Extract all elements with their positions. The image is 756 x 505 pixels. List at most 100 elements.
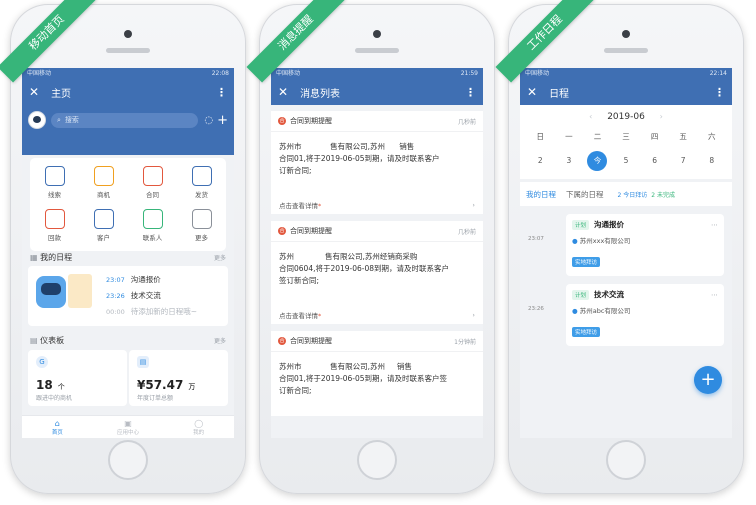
nav-bar: ✕ 日程 ⋮ — [520, 79, 732, 105]
tab-apps[interactable]: ▣ 应用中心 — [93, 416, 164, 438]
weekday-label: 日 — [536, 132, 545, 141]
shortcut-link[interactable]: 线索 — [30, 161, 79, 203]
message-card[interactable]: 合合同到期提醒 几秒前 苏州市 售有限公司,苏州 销售 合同01,将于2019-06-… — [271, 111, 483, 214]
phone-messages: 消息提醒 中国移动 21:59 ✕ 消息列表 ⋮ 合合同到期提醒 几秒前 苏州市 售… — [246, 0, 495, 494]
event-time: 23:26 — [528, 306, 544, 312]
schedule-card[interactable]: 23:07 沟通报价 23:26 技术交流 00:00 待添加新的日程哦~ — [28, 266, 228, 326]
shortcut-dollar[interactable]: 商机 — [79, 161, 128, 203]
home-button[interactable] — [606, 440, 646, 480]
shortcut-contact[interactable]: 联系人 — [128, 205, 177, 247]
person-icon — [93, 209, 114, 229]
contract-icon: 合 — [278, 337, 286, 345]
event-type-tag: 实地拜访 — [572, 327, 601, 337]
home-button[interactable] — [108, 440, 148, 480]
schedule-text: 技术交流 — [130, 291, 161, 300]
schedule-tabs: 我的日程 下属的日程 2 今日拜访 2 未完成 — [520, 182, 732, 206]
date-number: 6 — [652, 156, 657, 165]
status-carrier: 中国移动 — [27, 70, 52, 77]
schedule-item[interactable]: 23:07 沟通报价 — [106, 272, 224, 288]
camera — [622, 30, 630, 38]
speaker — [355, 48, 399, 53]
truck-icon — [191, 165, 212, 186]
shortcut-document[interactable]: 合同 — [128, 161, 177, 203]
stat-card-orders[interactable]: ▤ ¥57.47 万 年度订单总额 — [129, 350, 228, 406]
view-details-link[interactable]: 点击查看详情 — [279, 202, 318, 210]
more-icon[interactable]: ⋮ — [465, 86, 476, 99]
tab-subordinate-schedule[interactable]: 下属的日程 — [566, 189, 604, 200]
stat1-label: 跟进中的商机 — [36, 395, 73, 402]
message-icon[interactable]: ◌ — [204, 115, 213, 126]
close-icon[interactable]: ✕ — [527, 85, 537, 99]
event-title: 沟通报价 — [594, 220, 625, 229]
shortcut-grid[interactable]: 更多 — [177, 205, 226, 247]
more-icon[interactable]: ⋮ — [714, 86, 725, 99]
message-footer[interactable]: 点击查看详情* › — [271, 196, 483, 214]
event-more-icon[interactable]: ⋯ — [711, 291, 718, 299]
message-line: 苏州市 售有限公司,苏州 销售 — [279, 142, 415, 151]
message-card[interactable]: 合合同到期提醒 1分钟前 苏州市 售有限公司,苏州 销售 合同01,将于2019-06… — [271, 331, 483, 416]
close-icon[interactable]: ✕ — [29, 85, 39, 99]
shortcut-truck[interactable]: 发货 — [177, 161, 226, 203]
date-cell[interactable]: 2 — [526, 149, 555, 173]
date-cell[interactable]: 今 — [583, 149, 612, 173]
stat1-value: 18 — [36, 378, 53, 392]
event-more-icon[interactable]: ⋯ — [711, 221, 718, 229]
schedule-text: 沟通报价 — [130, 275, 161, 284]
message-footer[interactable]: 点击查看详情* › — [271, 306, 483, 324]
opportunity-icon: G — [36, 356, 48, 368]
stat1-unit: 个 — [57, 383, 65, 391]
date-cell[interactable]: 5 — [612, 149, 641, 173]
schedule-more-link[interactable]: 更多 — [214, 253, 226, 262]
stat-card-opportunities[interactable]: G 18 个 跟进中的商机 — [28, 350, 127, 406]
prev-month-icon[interactable]: ‹ — [589, 112, 592, 121]
add-schedule-button[interactable]: + — [694, 366, 722, 394]
next-month-icon[interactable]: › — [660, 112, 663, 121]
weekday-label: 二 — [593, 132, 602, 141]
avatar[interactable] — [28, 111, 46, 129]
close-icon[interactable]: ✕ — [278, 85, 288, 99]
shortcut-label: 发货 — [195, 190, 208, 199]
tab-me[interactable]: ◯ 我的 — [163, 416, 234, 438]
weekday-label: 三 — [622, 132, 630, 141]
shortcut-person[interactable]: 客户 — [79, 205, 128, 247]
legend-today-visits: 2 今日拜访 — [617, 191, 648, 199]
plus-icon[interactable]: + — [217, 113, 228, 128]
phone-home: 移动首页 中国移动 22:08 ✕ 主页 ⋮ ⌕ 搜索 ◌ + 线索 商机 合同 发货… — [0, 0, 246, 494]
date-cell[interactable]: 8 — [697, 149, 726, 173]
view-details-link[interactable]: 点击查看详情 — [279, 312, 318, 320]
more-icon[interactable]: ⋮ — [216, 86, 227, 99]
home-button[interactable] — [357, 440, 397, 480]
tab-home[interactable]: ⌂ 首页 — [22, 416, 93, 438]
status-carrier: 中国移动 — [276, 70, 301, 77]
shortcut-yen[interactable]: 回款 — [30, 205, 79, 247]
date-cell[interactable]: 7 — [669, 149, 698, 173]
status-time: 22:08 — [211, 70, 229, 77]
camera — [124, 30, 132, 38]
weekday-row: 日一二三四五六 — [526, 125, 726, 149]
search-input[interactable]: ⌕ 搜索 — [51, 112, 199, 128]
message-time: 几秒前 — [457, 228, 476, 236]
event-card[interactable]: 计划 沟通报价 ⋯ ● 苏州xxx有限公司 实地拜访 — [566, 214, 724, 276]
message-title: 合同到期提醒 — [290, 117, 332, 125]
shortcut-label: 联系人 — [142, 234, 163, 242]
date-cell[interactable]: 6 — [640, 149, 669, 173]
tab-my-schedule[interactable]: 我的日程 — [526, 189, 556, 200]
date-number: 8 — [709, 156, 715, 165]
schedule-item[interactable]: 23:26 技术交流 — [106, 288, 224, 304]
date-cell[interactable]: 3 — [555, 149, 584, 173]
event-card[interactable]: 计划 技术交流 ⋯ ● 苏州abc有限公司 实地拜访 — [566, 284, 724, 346]
status-bar: 中国移动 21:59 — [271, 68, 483, 79]
schedule-item[interactable]: 00:00 待添加新的日程哦~ — [106, 304, 224, 320]
contact-icon — [142, 209, 163, 229]
company-icon: ● — [572, 307, 578, 315]
shortcut-grid: 线索 商机 合同 发货回款 客户 联系人 更多 — [30, 158, 226, 251]
dollar-icon — [93, 165, 114, 186]
chevron-right-icon: › — [472, 311, 475, 319]
dashboard-more-link[interactable]: 更多 — [214, 336, 226, 345]
message-title: 合同到期提醒 — [290, 227, 332, 235]
tab-me-label: 我的 — [193, 430, 205, 436]
message-card[interactable]: 合合同到期提醒 几秒前 苏州 售有限公司,苏州经销商采购 合同0604,将于2019-… — [271, 221, 483, 324]
date-number: 3 — [566, 156, 572, 165]
message-list: 合合同到期提醒 几秒前 苏州市 售有限公司,苏州 销售 合同01,将于2019-06-… — [271, 105, 483, 416]
screen-schedule: 中国移动 22:14 ✕ 日程 ⋮ ‹ 2019-06 › 日一二三四五六 23… — [520, 68, 732, 438]
